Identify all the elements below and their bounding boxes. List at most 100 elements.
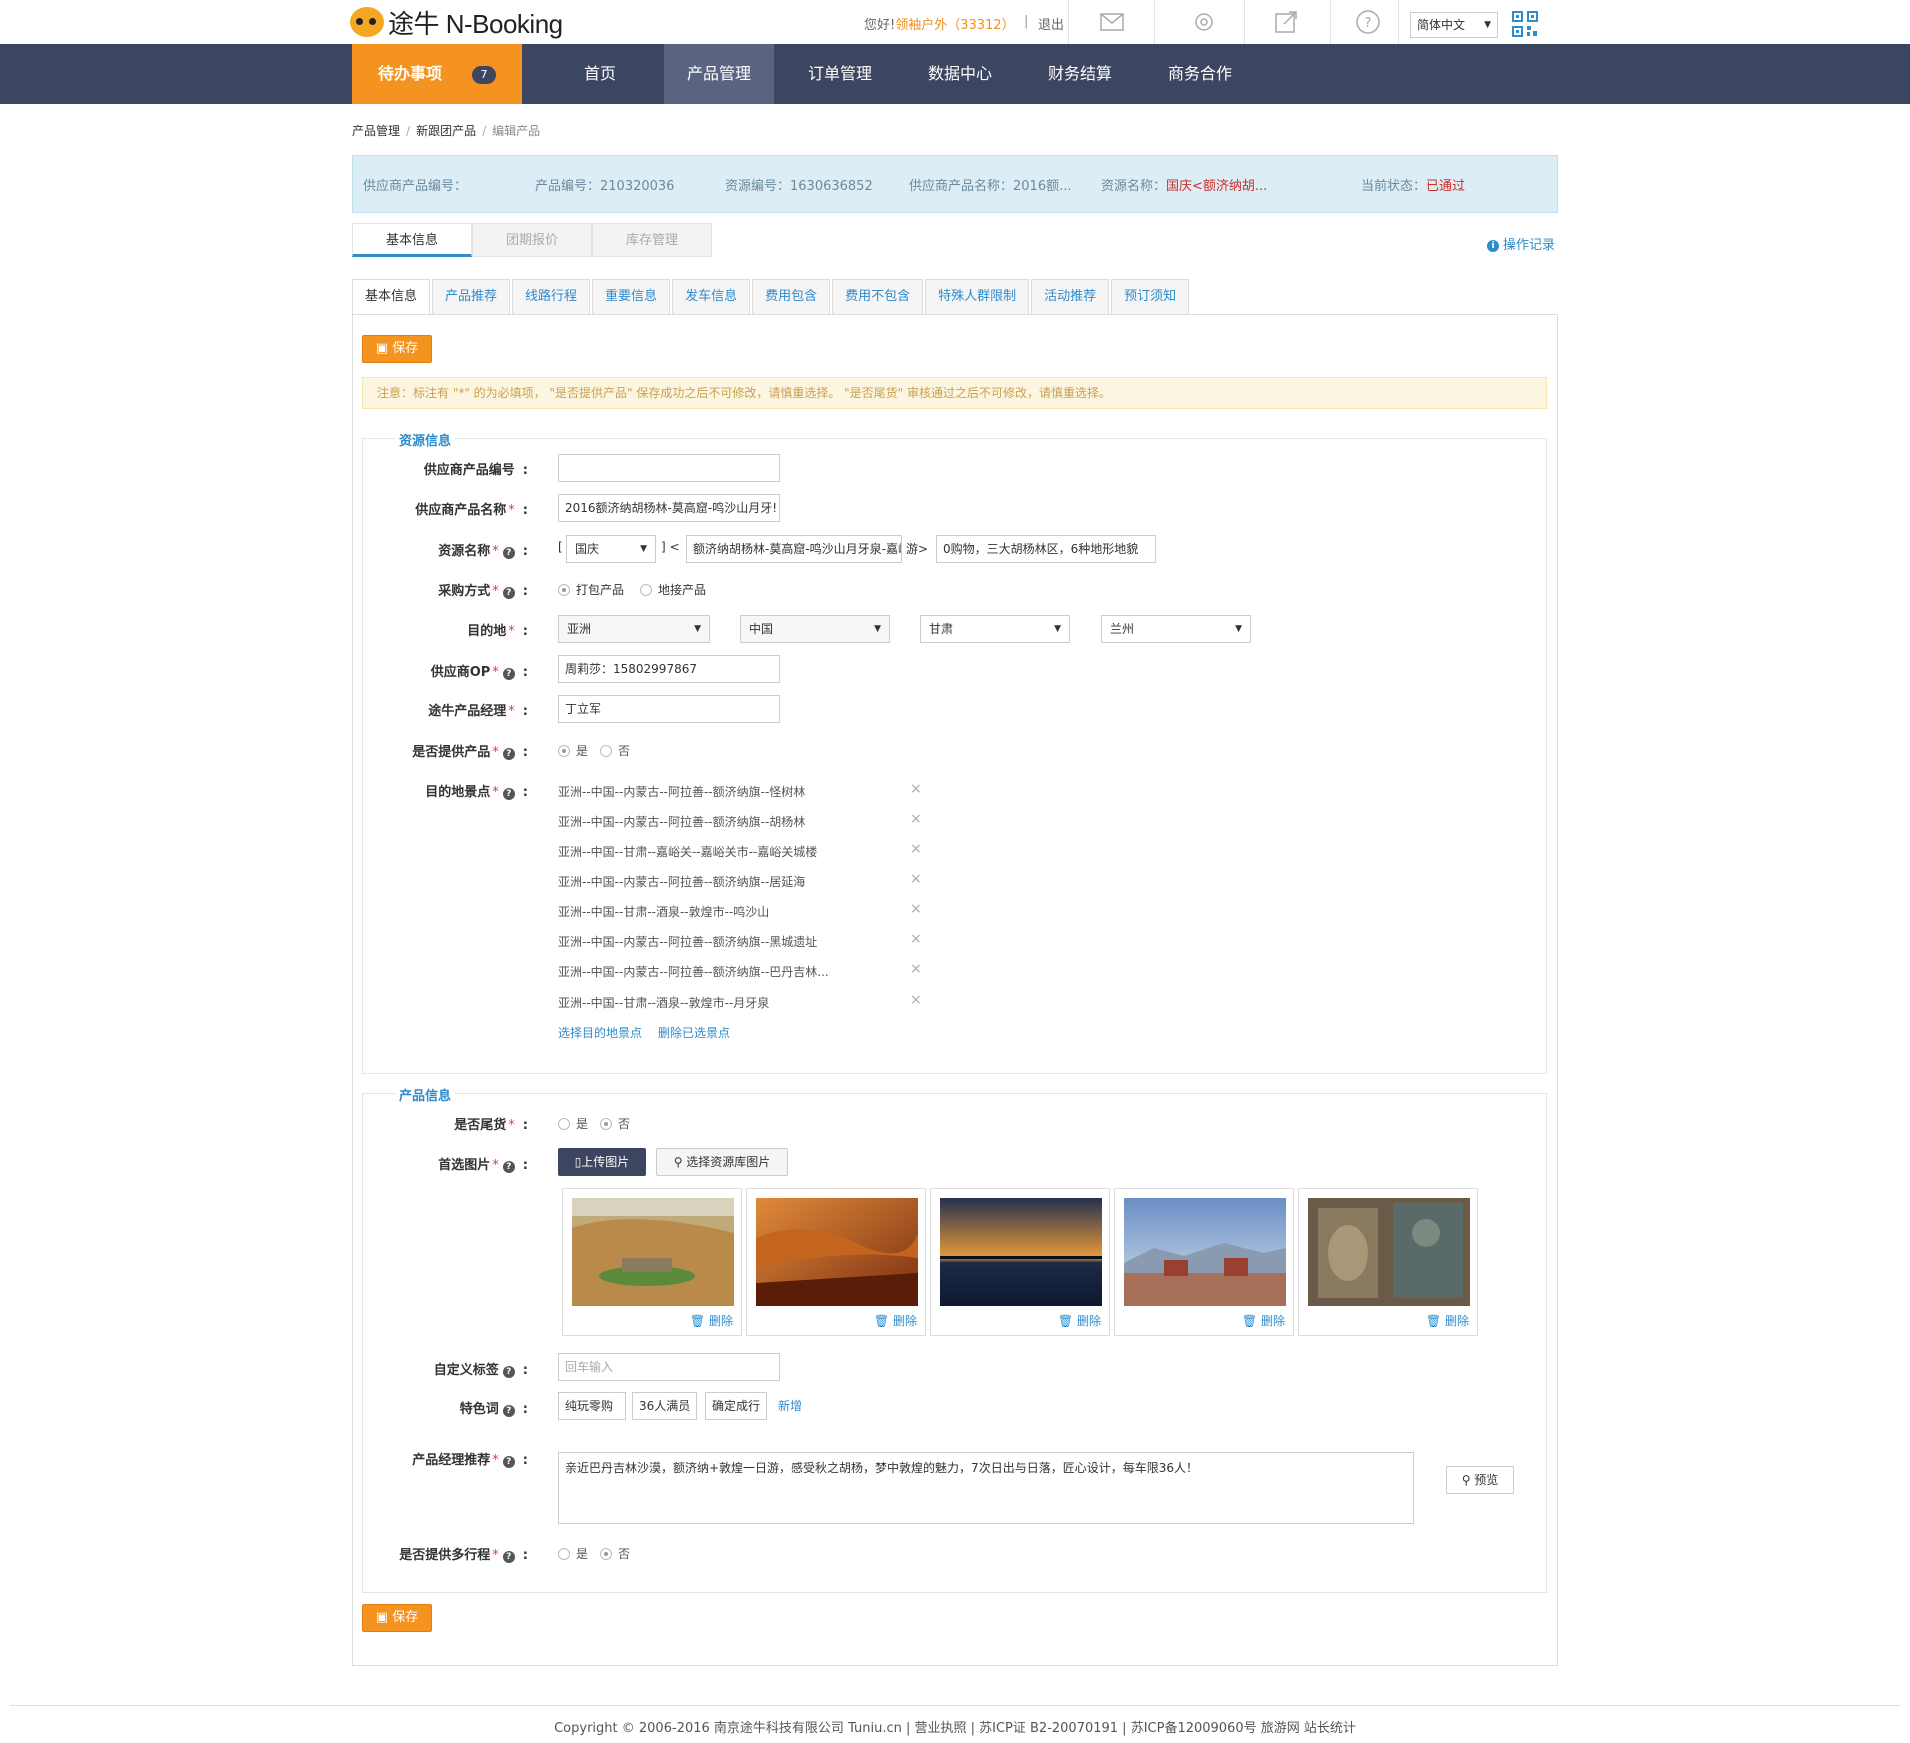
operation-log-link[interactable]: i 操作记录 <box>1487 234 1555 253</box>
breadcrumb-item[interactable]: 新跟团产品 <box>416 124 476 138</box>
remove-spot-icon[interactable]: × <box>910 871 922 887</box>
radio-icon <box>600 745 612 757</box>
supplier-name-info: 供应商产品名称：2016额... <box>909 179 1072 194</box>
divider: | <box>1024 14 1029 29</box>
greeting: 您好!领袖户外（33312） <box>864 14 1015 33</box>
purchase-radio-package[interactable]: 打包产品 <box>558 581 624 598</box>
divider <box>1068 0 1069 44</box>
preview-button[interactable]: ⚲ 预览 <box>1446 1466 1514 1494</box>
language-select[interactable]: 简体中文 <box>1410 12 1498 38</box>
user-name-link[interactable]: 领袖户外（33312） <box>895 18 1014 33</box>
feature-tag[interactable]: 纯玩零购物 <box>558 1392 626 1420</box>
custom-tag-label: 自定义标签?: <box>433 1363 528 1378</box>
tab-inventory[interactable]: 库存管理 <box>592 223 712 257</box>
subtab-activities[interactable]: 活动推荐 <box>1031 279 1110 315</box>
logo[interactable]: 途牛 N-Booking <box>350 6 563 39</box>
subtab-cost-exclude[interactable]: 费用不包含 <box>832 279 924 315</box>
main-tabs: 基本信息 团期报价 库存管理 <box>352 223 712 257</box>
remove-spot-icon[interactable]: × <box>910 781 922 797</box>
save-button-bottom[interactable]: ▣ 保存 <box>362 1604 432 1632</box>
delete-image-button[interactable]: 🗑 删除 <box>690 1312 733 1329</box>
add-feature-link[interactable]: 新增 <box>778 1397 802 1414</box>
image-thumbnail: 🗑 删除 <box>1298 1188 1478 1336</box>
remove-spot-icon[interactable]: × <box>910 841 922 857</box>
subtab-itinerary[interactable]: 线路行程 <box>512 279 591 315</box>
resource-desc-input[interactable]: 0购物，三大胡杨林区，6种地形地貌 <box>936 535 1156 563</box>
settings-icon[interactable] <box>1190 8 1218 36</box>
nav-order-management[interactable]: 订单管理 <box>780 44 900 104</box>
resource-route-input[interactable]: 额济纳胡杨林-莫高窟-鸣沙山月牙泉-嘉峪 <box>686 535 902 563</box>
top-bar: 途牛 N-Booking 您好!领袖户外（33312） | 退出 ? 简体中文 <box>0 0 1910 44</box>
tail-radio-no[interactable]: 否 <box>600 1115 630 1132</box>
spot-item: 亚洲--中国--甘肃--嘉峪关--嘉峪关市--嘉峪关城楼 <box>558 845 818 859</box>
supplier-name-input[interactable]: 2016额济纳胡杨林-莫高窟-鸣沙山月牙! <box>558 494 780 522</box>
delete-image-button[interactable]: 🗑 删除 <box>1058 1312 1101 1329</box>
desert-dunes-image <box>756 1198 918 1306</box>
qr-code-icon[interactable] <box>1512 11 1538 37</box>
resource-fieldset <box>362 438 1547 1074</box>
multi-radio-no[interactable]: 否 <box>600 1545 630 1562</box>
product-manager-input[interactable]: 丁立军 <box>558 695 780 723</box>
delete-image-button[interactable]: 🗑 删除 <box>874 1312 917 1329</box>
nav-business[interactable]: 商务合作 <box>1140 44 1260 104</box>
remove-spot-icon[interactable]: × <box>910 811 922 827</box>
remove-spot-icon[interactable]: × <box>910 901 922 917</box>
logout-link[interactable]: 退出 <box>1038 14 1064 33</box>
breadcrumb-item[interactable]: 产品管理 <box>352 124 400 138</box>
dest-continent-select[interactable]: 亚洲 <box>558 615 710 643</box>
help-icon: ? <box>502 788 515 800</box>
radio-icon <box>558 584 570 596</box>
subtab-departure[interactable]: 发车信息 <box>672 279 751 315</box>
nav-data-center[interactable]: 数据中心 <box>900 44 1020 104</box>
help-icon: ? <box>502 1366 515 1378</box>
radio-icon <box>600 1548 612 1560</box>
help-icon[interactable]: ? <box>1354 8 1382 36</box>
select-library-image-button[interactable]: ⚲ 选择资源库图片 <box>656 1148 788 1176</box>
tail-radio-yes[interactable]: 是 <box>558 1115 588 1132</box>
subtab-cost-include[interactable]: 费用包含 <box>752 279 831 315</box>
help-icon: ? <box>502 1551 515 1563</box>
purchase-radio-local[interactable]: 地接产品 <box>640 581 706 598</box>
supplier-op-input[interactable]: 周莉莎：15802997867 <box>558 655 780 683</box>
custom-tag-input[interactable]: 回车输入 <box>558 1353 780 1381</box>
nav-finance[interactable]: 财务结算 <box>1020 44 1140 104</box>
feature-tag[interactable]: 36人满员 <box>632 1392 698 1420</box>
delete-image-button[interactable]: 🗑 删除 <box>1242 1312 1285 1329</box>
subtab-basic-info[interactable]: 基本信息 <box>352 279 431 315</box>
delete-image-button[interactable]: 🗑 删除 <box>1426 1312 1469 1329</box>
dest-province-select[interactable]: 甘肃 <box>920 615 1070 643</box>
external-link-icon[interactable] <box>1272 8 1300 36</box>
product-legend: 产品信息 <box>395 1085 456 1104</box>
delete-spots-link[interactable]: 删除已选景点 <box>658 1024 730 1041</box>
dest-city-select[interactable]: 兰州 <box>1101 615 1251 643</box>
dest-country-select[interactable]: 中国 <box>740 615 890 643</box>
subtab-recommend[interactable]: 产品推荐 <box>432 279 511 315</box>
subtab-important[interactable]: 重要信息 <box>592 279 671 315</box>
subtab-special-limits[interactable]: 特殊人群限制 <box>925 279 1030 315</box>
save-button-top[interactable]: ▣ 保存 <box>362 335 432 363</box>
supplier-code-input[interactable] <box>558 454 780 482</box>
nav-todo[interactable]: 待办事项 7 <box>352 44 522 104</box>
multi-radio-yes[interactable]: 是 <box>558 1545 588 1562</box>
tab-group-price[interactable]: 团期报价 <box>472 223 592 257</box>
remove-spot-icon[interactable]: × <box>910 961 922 977</box>
remove-spot-icon[interactable]: × <box>910 992 922 1008</box>
nav-home[interactable]: 首页 <box>540 44 660 104</box>
mail-icon[interactable] <box>1098 8 1126 36</box>
upload-image-button[interactable]: ▯上传图片 <box>558 1148 646 1176</box>
jiayuguan-fortress-image <box>1124 1198 1286 1306</box>
select-spots-link[interactable]: 选择目的地景点 <box>558 1024 642 1041</box>
provide-radio-yes[interactable]: 是 <box>558 742 588 759</box>
spots-label: 目的地景点 *?: <box>425 785 528 800</box>
feature-tag[interactable]: 确定成行 <box>705 1392 768 1420</box>
nav-product-management[interactable]: 产品管理 <box>664 44 774 104</box>
remove-spot-icon[interactable]: × <box>910 931 922 947</box>
provide-radio-no[interactable]: 否 <box>600 742 630 759</box>
image-thumbnail: 🗑 删除 <box>930 1188 1110 1336</box>
subtab-booking-notes[interactable]: 预订须知 <box>1111 279 1190 315</box>
holiday-select[interactable]: 国庆 <box>566 535 656 563</box>
help-icon: ? <box>502 1161 515 1173</box>
bracket-text: 游> <box>906 542 929 556</box>
tab-basic-info[interactable]: 基本信息 <box>352 223 472 257</box>
manager-recommend-textarea[interactable]: 亲近巴丹吉林沙漠，额济纳+敦煌一日游，感受秋之胡杨，梦中敦煌的魅力，7次日出与日… <box>558 1452 1414 1524</box>
